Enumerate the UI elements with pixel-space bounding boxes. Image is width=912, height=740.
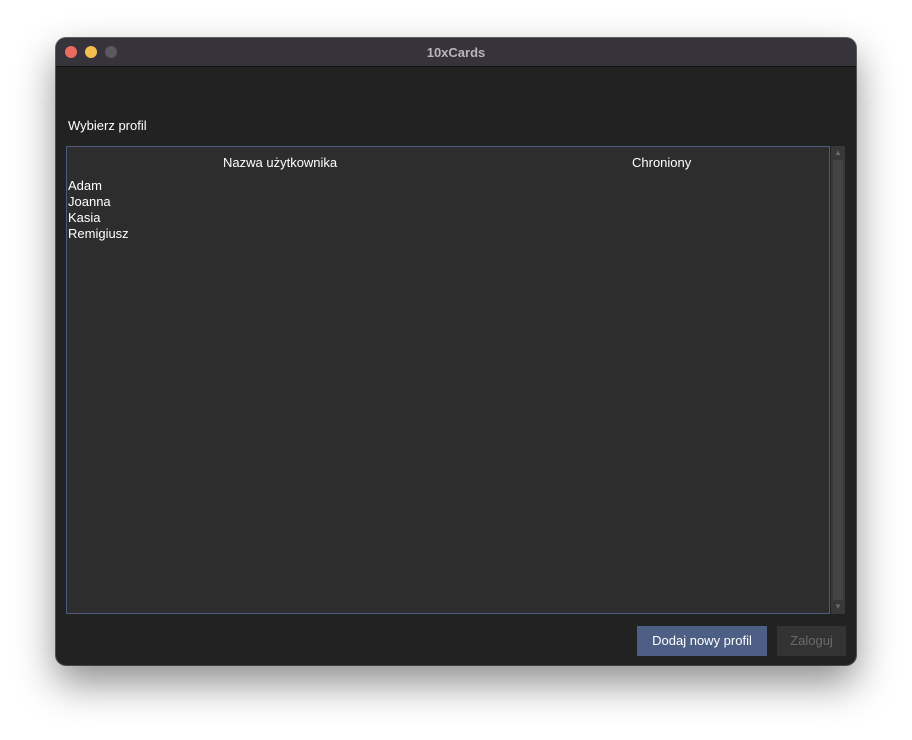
scroll-track[interactable] [833,160,843,600]
table-row[interactable]: Joanna [68,194,129,210]
window-title: 10xCards [426,44,486,60]
close-icon[interactable] [65,46,77,58]
login-button[interactable]: Zaloguj [777,626,846,656]
profiles-table[interactable]: Nazwa użytkownika Chroniony Adam Joanna … [66,146,830,614]
table-row[interactable]: Kasia [68,210,129,226]
column-header-protected[interactable]: Chroniony [632,155,691,170]
table-rows: Adam Joanna Kasia Remigiusz [68,178,129,242]
row-username: Kasia [68,210,101,225]
table-row[interactable]: Adam [68,178,129,194]
minimize-icon[interactable] [85,46,97,58]
column-header-username[interactable]: Nazwa użytkownika [223,155,337,170]
table-row[interactable]: Remigiusz [68,226,129,242]
window-controls [65,46,117,58]
scroll-down-icon[interactable]: ▼ [831,600,845,614]
row-username: Joanna [68,194,111,209]
app-window: 10xCards Wybierz profil Nazwa użytkownik… [56,38,856,665]
vertical-scrollbar[interactable]: ▲ ▼ [831,146,845,614]
maximize-icon[interactable] [105,46,117,58]
title-bar[interactable]: 10xCards [56,38,856,67]
scroll-up-icon[interactable]: ▲ [831,146,845,160]
row-username: Adam [68,178,102,193]
add-profile-button[interactable]: Dodaj nowy profil [637,626,767,656]
select-profile-label: Wybierz profil [68,118,147,133]
row-username: Remigiusz [68,226,129,241]
